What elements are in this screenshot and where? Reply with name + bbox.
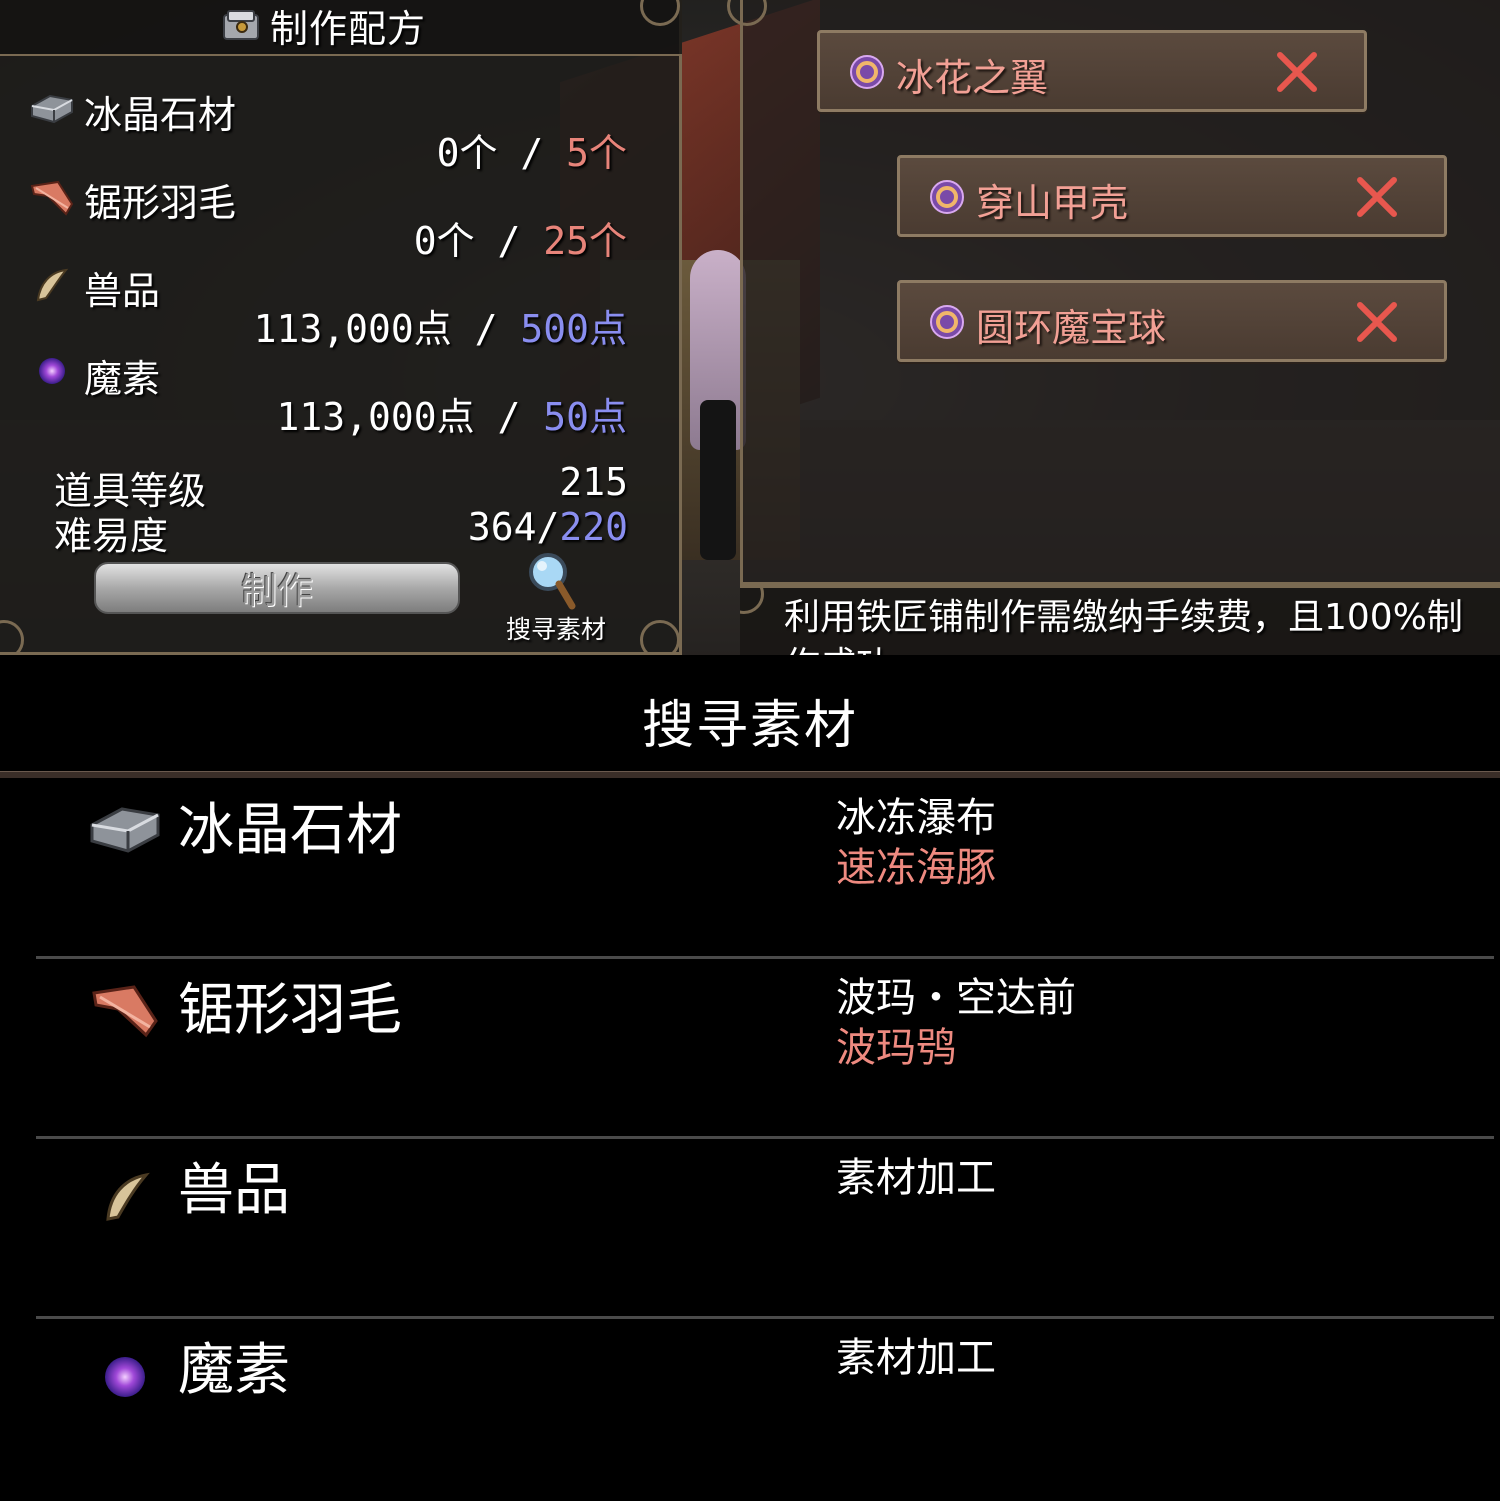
material-name: 冰晶石材 [84, 93, 237, 137]
source-material-name: 冰晶石材 [178, 798, 402, 863]
search-materials-button[interactable]: 搜寻素材 [496, 550, 616, 646]
material-separator: / [451, 307, 521, 351]
row-divider [36, 956, 1494, 959]
product-name: 穿山甲壳 [976, 181, 1129, 225]
close-icon[interactable] [1274, 49, 1320, 95]
row-divider [36, 1136, 1494, 1139]
saw-feather-icon [92, 985, 158, 1038]
material-count: 113,000点 / 50点 [276, 386, 627, 441]
info-bar: 利用铁匠铺制作需缴纳手续费，且100%制作成功 [740, 585, 1500, 655]
source-locations: 冰冻瀑布 速冻海豚 [836, 793, 996, 893]
material-required: 5个 [566, 131, 627, 175]
source-row[interactable]: 锯形羽毛 波玛・空达前 波玛鸮 [0, 961, 1500, 1141]
material-have: 0个 [413, 219, 475, 263]
material-required: 50点 [543, 395, 627, 439]
material-name: 魔素 [84, 357, 161, 401]
product-name: 圆环魔宝球 [976, 306, 1167, 350]
game-scene: 制作配方 冰晶石材 0个 / 5个 锯形羽毛 0个 / 25个 兽品 113,0… [0, 0, 1500, 655]
difficulty-current: 364/ [467, 505, 560, 549]
panel-corner-ornament [727, 0, 767, 26]
recipe-book-icon [223, 10, 259, 40]
close-icon[interactable] [1354, 299, 1400, 345]
recipe-panel: 制作配方 冰晶石材 0个 / 5个 锯形羽毛 0个 / 25个 兽品 113,0… [0, 0, 682, 655]
ice-stone-icon [31, 94, 73, 124]
recipe-material-row: 锯形羽毛 0个 / 25个 [0, 172, 682, 263]
panel-corner-ornament [0, 620, 24, 655]
source-locations: 素材加工 [836, 1153, 996, 1203]
material-have: 0个 [436, 131, 498, 175]
source-material-name: 锯形羽毛 [178, 978, 402, 1043]
recipe-material-row: 冰晶石材 0个 / 5个 [0, 84, 682, 175]
product-chip[interactable]: 圆环魔宝球 [897, 280, 1447, 362]
search-materials-label: 搜寻素材 [505, 615, 606, 644]
ring-orb-icon [930, 180, 964, 214]
difficulty-target: 220 [559, 505, 628, 549]
search-materials-modal: 搜寻素材 冰晶石材 冰冻瀑布 速冻海豚 锯形羽毛 波玛・空达前 波玛鸮 兽品 素… [0, 655, 1500, 1486]
craft-button-label: 制作 [240, 571, 313, 612]
panel-corner-ornament [640, 620, 680, 655]
recipe-title-wrap: 制作配方 [220, 2, 426, 51]
character-body [700, 400, 736, 560]
magic-orb-icon [39, 358, 65, 384]
material-count: 0个 / 25个 [414, 210, 627, 265]
material-separator: / [497, 131, 567, 175]
row-divider [36, 1316, 1494, 1319]
modal-title-divider [0, 771, 1500, 778]
recipe-title: 制作配方 [270, 6, 427, 51]
material-required: 25个 [543, 219, 627, 263]
craft-button[interactable]: 制作 [94, 562, 460, 614]
close-icon[interactable] [1354, 174, 1400, 220]
ring-orb-icon [930, 305, 964, 339]
material-count: 113,000点 / 500点 [254, 298, 627, 353]
material-have: 113,000点 [253, 307, 452, 351]
ring-orb-icon [850, 55, 884, 89]
source-row[interactable]: 冰晶石材 冰冻瀑布 速冻海豚 [0, 781, 1500, 961]
source-locations: 素材加工 [836, 1333, 996, 1383]
panel-corner-ornament [740, 588, 764, 614]
source-material-name: 魔素 [178, 1338, 290, 1403]
recipe-material-row: 魔素 113,000点 / 50点 [0, 348, 682, 439]
panel-corner-ornament [640, 0, 680, 26]
product-name: 冰花之翼 [896, 56, 1049, 100]
source-row[interactable]: 兽品 素材加工 [0, 1141, 1500, 1321]
magic-orb-icon [105, 1357, 145, 1397]
ice-stone-icon [90, 807, 160, 853]
source-row[interactable]: 魔素 素材加工 [0, 1321, 1500, 1501]
fang-icon [106, 1172, 150, 1221]
saw-feather-icon [30, 180, 74, 216]
source-material-name: 兽品 [178, 1158, 290, 1223]
fang-icon [36, 268, 69, 302]
modal-title: 搜寻素材 [641, 696, 858, 756]
product-chip[interactable]: 穿山甲壳 [897, 155, 1447, 237]
material-name: 锯形羽毛 [84, 181, 237, 225]
difficulty-label: 难易度 [54, 514, 169, 558]
source-location: 素材加工 [836, 1155, 996, 1201]
source-locations: 波玛・空达前 波玛鸮 [836, 973, 1076, 1073]
material-required: 500点 [520, 307, 627, 351]
info-text: 利用铁匠铺制作需缴纳手续费，且100%制作成功 [784, 597, 1463, 655]
source-enemy: 波玛鸮 [836, 1025, 956, 1071]
product-chip[interactable]: 冰花之翼 [817, 30, 1367, 112]
material-separator: / [474, 219, 544, 263]
source-location: 冰冻瀑布 [836, 795, 996, 841]
material-separator: / [474, 395, 544, 439]
source-location: 波玛・空达前 [836, 975, 1076, 1021]
material-have: 113,000点 [276, 395, 475, 439]
recipe-header: 制作配方 [0, 0, 682, 56]
source-location: 素材加工 [836, 1335, 996, 1381]
product-panel: 冰花之翼 穿山甲壳 圆环魔宝球 [727, 0, 1500, 585]
source-enemy: 速冻海豚 [836, 845, 996, 891]
material-name: 兽品 [84, 269, 161, 313]
magnifier-icon [529, 553, 576, 610]
recipe-material-row: 兽品 113,000点 / 500点 [0, 260, 682, 351]
material-count: 0个 / 5个 [437, 122, 627, 177]
